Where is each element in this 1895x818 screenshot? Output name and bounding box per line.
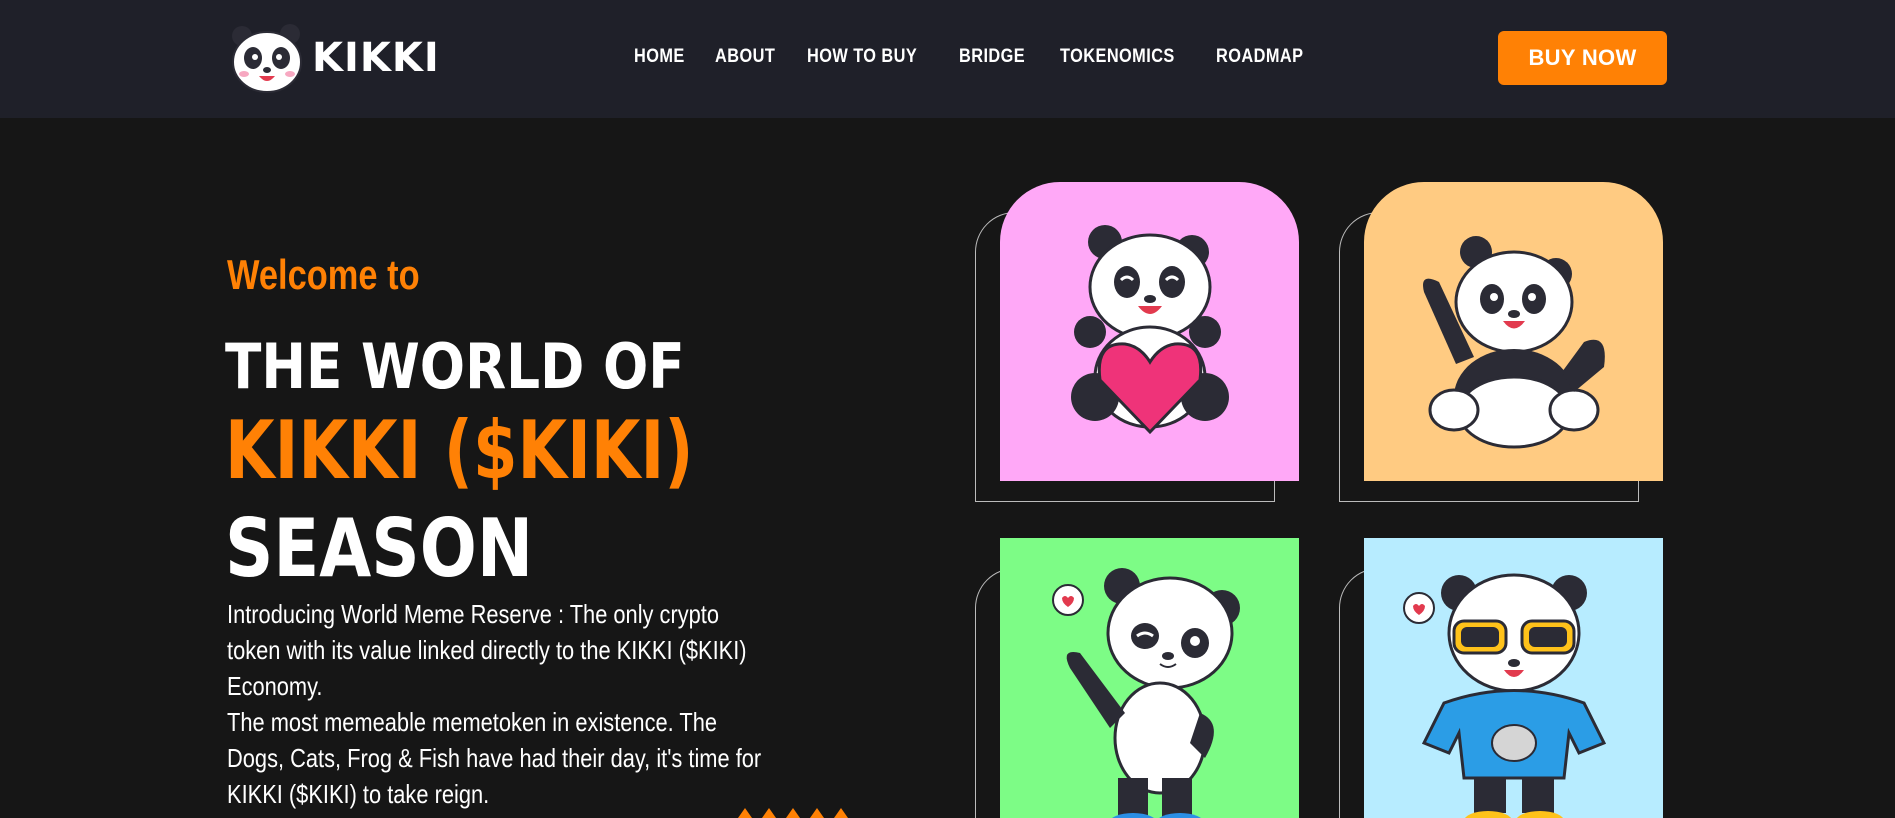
chevron-up-icon xyxy=(762,808,776,818)
panda-sunglasses-icon xyxy=(1403,573,1607,818)
panda-card-image xyxy=(1000,182,1299,481)
nav-tokenomics[interactable]: TOKENOMICS xyxy=(1060,46,1175,68)
nav-about[interactable]: ABOUT xyxy=(715,46,775,68)
hero-title-line-3: SEASON xyxy=(225,502,534,595)
chevron-up-icon xyxy=(810,808,824,818)
hero-intro: Introducing World Meme Reserve : The onl… xyxy=(227,596,765,812)
nav-bridge[interactable]: BRIDGE xyxy=(959,46,1025,68)
panda-logo-icon xyxy=(228,22,306,94)
chevron-up-icon xyxy=(738,808,752,818)
intro-paragraph-1: Introducing World Meme Reserve : The onl… xyxy=(227,599,747,701)
chevron-up-icon xyxy=(834,808,848,818)
panda-card-1 xyxy=(975,182,1299,502)
panda-card-2 xyxy=(1339,182,1663,502)
panda-card-image xyxy=(1364,182,1663,481)
panda-wink-icon xyxy=(1052,568,1240,818)
panda-card-image xyxy=(1364,538,1663,818)
panda-wave-icon xyxy=(1423,236,1605,449)
site-header: KIKKI HOME ABOUT HOW TO BUY BRIDGE TOKEN… xyxy=(0,0,1895,118)
logo-text: KIKKI xyxy=(312,35,440,81)
chevron-up-icon xyxy=(786,808,800,818)
main-nav: HOME ABOUT HOW TO BUY BRIDGE TOKENOMICS … xyxy=(634,46,1317,68)
nav-roadmap[interactable]: ROADMAP xyxy=(1216,46,1303,68)
buy-now-button[interactable]: BUY NOW xyxy=(1498,31,1667,85)
panda-card-image xyxy=(1000,538,1299,818)
nav-how-to-buy[interactable]: HOW TO BUY xyxy=(807,46,917,68)
hero-title-line-2: KIKKI ($KIKI) xyxy=(225,404,694,497)
intro-paragraph-2: The most memeable memetoken in existence… xyxy=(227,707,762,809)
panda-card-3 xyxy=(975,538,1299,818)
panda-heart-icon xyxy=(1071,225,1229,435)
hero-title-line-1: THE WORLD OF xyxy=(225,330,685,403)
logo[interactable]: KIKKI xyxy=(228,22,440,94)
panda-card-4 xyxy=(1339,538,1663,818)
scroll-down-chevrons xyxy=(738,808,848,818)
nav-home[interactable]: HOME xyxy=(634,46,685,68)
welcome-text: Welcome to xyxy=(227,251,420,298)
